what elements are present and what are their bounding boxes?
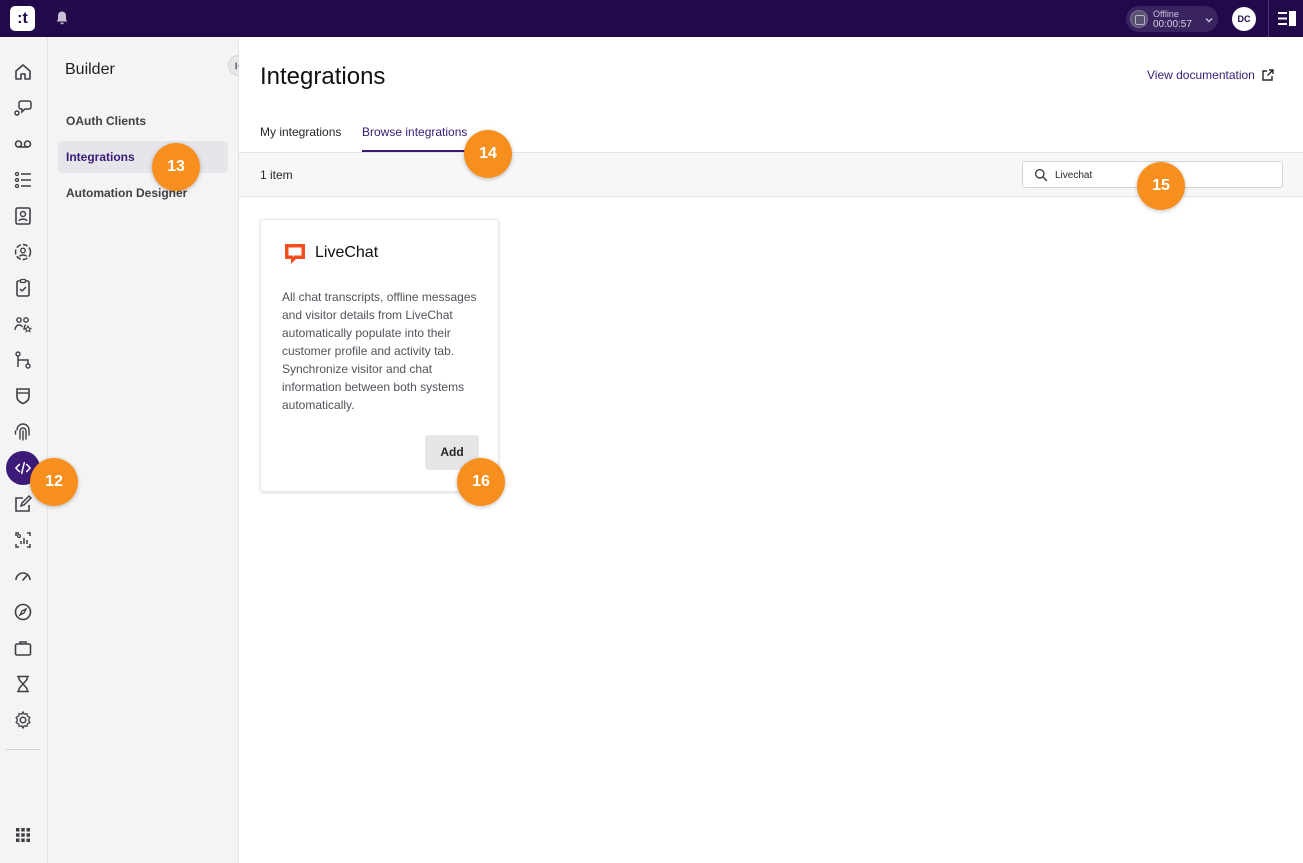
main-content: Integrations View documentation My integ… xyxy=(239,37,1303,863)
panel-layout-icon[interactable] xyxy=(1278,11,1296,26)
step-marker: 14 xyxy=(464,130,512,178)
routing-icon[interactable] xyxy=(12,349,34,371)
external-link-icon xyxy=(1262,69,1274,81)
agent-icon[interactable] xyxy=(12,241,34,263)
view-documentation-link[interactable]: View documentation xyxy=(1147,68,1275,82)
edit-icon[interactable] xyxy=(12,493,34,515)
subnav-title: Builder xyxy=(65,61,115,78)
livechat-logo-icon xyxy=(285,244,305,264)
step-marker: 12 xyxy=(30,458,78,506)
search-icon xyxy=(1034,168,1048,182)
tab-my-integrations[interactable]: My integrations xyxy=(260,125,341,152)
integration-card: LiveChat All chat transcripts, offline m… xyxy=(260,219,499,492)
user-avatar[interactable]: DC xyxy=(1232,7,1256,31)
chevron-down-icon xyxy=(1204,12,1214,23)
briefcase-icon[interactable] xyxy=(12,637,34,659)
presence-stop-icon xyxy=(1130,10,1148,28)
tab-browse-integrations[interactable]: Browse integrations xyxy=(362,125,468,152)
voicemail-icon[interactable] xyxy=(12,133,34,155)
home-icon[interactable] xyxy=(12,61,34,83)
bell-icon[interactable] xyxy=(54,10,70,26)
rail-divider xyxy=(6,749,40,750)
item-count: 1 item xyxy=(260,168,293,182)
step-marker: 13 xyxy=(152,143,200,191)
presence-status-label: Offline xyxy=(1153,9,1179,19)
subnav-item-integrations[interactable]: Integrations xyxy=(58,141,228,173)
integration-card-title: LiveChat xyxy=(315,244,379,261)
clipboard-icon[interactable] xyxy=(12,277,34,299)
analytics-icon[interactable] xyxy=(12,529,34,551)
presence-status-selector[interactable]: Offline 00:00:57 xyxy=(1126,6,1218,32)
team-icon[interactable] xyxy=(12,313,34,335)
fingerprint-icon[interactable] xyxy=(12,421,34,443)
settings-icon[interactable] xyxy=(12,709,34,731)
subnav-item-automation-designer[interactable]: Automation Designer xyxy=(58,177,228,209)
contacts-icon[interactable] xyxy=(12,205,34,227)
chat-icon[interactable] xyxy=(12,97,34,119)
main-nav-rail xyxy=(0,37,48,863)
apps-grid-icon[interactable] xyxy=(12,824,34,846)
builder-subnav: Builder OAuth Clients Integrations Autom… xyxy=(48,37,249,863)
hourglass-icon[interactable] xyxy=(12,673,34,695)
presence-timer: 00:00:57 xyxy=(1153,19,1192,30)
integration-card-description: All chat transcripts, offline messages a… xyxy=(282,290,477,412)
top-bar: :t Offline 00:00:57 DC xyxy=(0,0,1303,37)
gauge-icon[interactable] xyxy=(12,565,34,587)
view-documentation-label: View documentation xyxy=(1147,68,1255,82)
subnav-item-oauth-clients[interactable]: OAuth Clients xyxy=(58,105,228,137)
app-logo[interactable]: :t xyxy=(10,6,35,31)
page-title: Integrations xyxy=(260,63,386,90)
step-marker: 16 xyxy=(457,458,505,506)
shield-icon[interactable] xyxy=(12,385,34,407)
compass-icon[interactable] xyxy=(12,601,34,623)
topbar-divider xyxy=(1268,0,1269,37)
task-list-icon[interactable] xyxy=(12,169,34,191)
step-marker: 15 xyxy=(1137,162,1185,210)
